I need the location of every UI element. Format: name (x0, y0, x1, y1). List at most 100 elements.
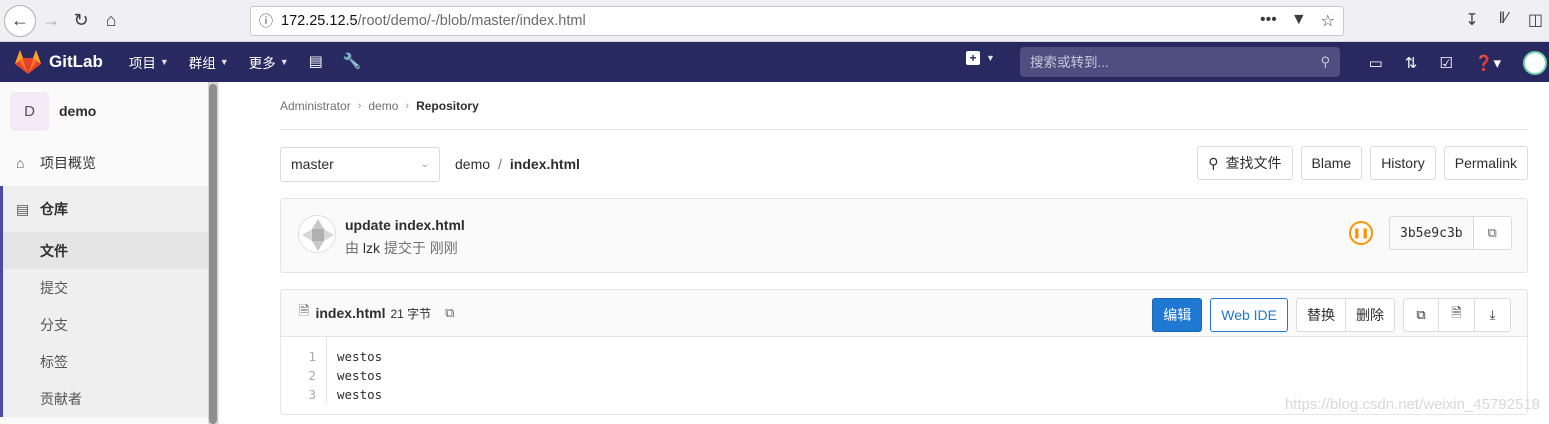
bookmark-star-icon[interactable]: ☆ (1321, 11, 1335, 31)
copy-icon[interactable]: ⧉ (1473, 216, 1512, 250)
commit-sha[interactable]: 3b5e9c3b (1389, 216, 1474, 250)
pocket-icon[interactable]: ▼ (1291, 11, 1307, 31)
back-arrow-icon[interactable]: ← (4, 4, 36, 37)
line-number[interactable]: 3 (281, 385, 316, 404)
code-line: westos (337, 368, 383, 383)
new-dropdown[interactable]: + ▼ (966, 51, 995, 65)
url-text: 172.25.12.5/root/demo/-/blob/master/inde… (281, 13, 586, 29)
sidebar-item-repository[interactable]: ▤ 仓库 (3, 186, 218, 232)
url-host: 172.25.12.5 (281, 13, 358, 29)
breadcrumb-link[interactable]: Administrator (280, 99, 351, 113)
merge-requests-icon[interactable]: ⇅ (1405, 54, 1418, 72)
file-path: demo / index.html (455, 156, 580, 172)
sidebar-subitem-label: 标签 (40, 353, 68, 370)
home-icon[interactable]: ⌂ (96, 6, 126, 36)
reload-icon[interactable]: ↻ (66, 6, 96, 36)
gitlab-logo-icon[interactable] (14, 49, 42, 75)
breadcrumb-link[interactable]: demo (368, 99, 398, 113)
scrollbar-thumb[interactable] (209, 84, 217, 424)
watermark: https://blog.csdn.net/weixin_45792518 (1284, 396, 1540, 413)
project-name: demo (59, 103, 97, 119)
file-modify-group: 替换 删除 (1296, 298, 1395, 332)
commit-meta: 由 lzk 提交于 刚刚 (345, 238, 458, 258)
search-icon: ⚲ (1208, 154, 1219, 171)
project-sidebar: D demo ⌂ 项目概览 ▤ 仓库 文件 提交 分支 标签 贡献者 (0, 82, 219, 424)
search-box[interactable]: ⚲ (1020, 47, 1340, 77)
downloads-icon[interactable]: ↧ (1465, 10, 1478, 30)
activity-chart-icon[interactable]: ▤ (299, 52, 333, 72)
file-view-group: ⧉ 🗎 ⤓ (1403, 298, 1511, 332)
path-separator: / (498, 156, 502, 172)
document-icon: ▤ (16, 200, 30, 217)
sidebar-subitem-label: 文件 (40, 242, 68, 259)
menu-groups-label: 群组 (188, 56, 216, 71)
project-header[interactable]: D demo (0, 82, 218, 140)
search-input[interactable] (1030, 54, 1321, 70)
menu-groups[interactable]: 群组 ▼ (179, 52, 239, 72)
home-icon: ⌂ (16, 155, 25, 171)
library-icon[interactable]: ‖⁄ (1499, 10, 1508, 30)
path-root-link[interactable]: demo (455, 156, 490, 172)
commit-author-avatar[interactable] (298, 215, 336, 253)
sidebar-scrollbar[interactable] (208, 82, 218, 424)
raw-file-icon[interactable]: 🗎 (1439, 298, 1475, 332)
gitlab-brand[interactable]: GitLab (49, 52, 103, 72)
site-info-icon[interactable]: ⓘ (251, 11, 281, 31)
sidebar-subitem-label: 贡献者 (40, 390, 82, 407)
find-file-label: 查找文件 (1225, 155, 1282, 171)
blame-button[interactable]: Blame (1300, 146, 1363, 180)
commit-by-prefix: 由 (345, 240, 359, 256)
sidebar-subitem-branches[interactable]: 分支 (3, 306, 218, 343)
sidebar-subitem-files[interactable]: 文件 (3, 232, 218, 269)
commit-title[interactable]: update index.html (345, 217, 465, 233)
breadcrumb: Administrator › demo › Repository (280, 82, 1528, 130)
delete-button[interactable]: 删除 (1346, 298, 1395, 332)
sidebar-subitem-label: 分支 (40, 316, 68, 333)
permalink-button[interactable]: Permalink (1443, 146, 1528, 180)
path-file[interactable]: index.html (510, 156, 580, 172)
file-size: 21 字节 (390, 306, 432, 321)
sidebar-subitem-contributors[interactable]: 贡献者 (3, 380, 218, 417)
url-bar[interactable]: ⓘ 172.25.12.5/root/demo/-/blob/master/in… (250, 6, 1344, 36)
todos-icon[interactable]: ☑ (1439, 54, 1452, 72)
branch-name: master (291, 156, 334, 172)
line-numbers: 1 2 3 (281, 337, 327, 404)
project-avatar: D (10, 91, 49, 131)
find-file-button[interactable]: ⚲ 查找文件 (1197, 146, 1293, 180)
sidebar-subitem-label: 提交 (40, 279, 68, 296)
chevron-right-icon: › (357, 99, 362, 112)
code-viewer: 1 2 3 westos westos westos (281, 337, 1527, 404)
sidebar-subitem-commits[interactable]: 提交 (3, 269, 218, 306)
chevron-down-icon: ⌄ (420, 158, 429, 170)
branch-select[interactable]: master ⌄ (280, 146, 440, 182)
replace-button[interactable]: 替换 (1296, 298, 1346, 332)
commit-sha-group: 3b5e9c3b ⧉ (1389, 216, 1512, 250)
breadcrumb-current[interactable]: Repository (416, 99, 479, 113)
download-icon[interactable]: ⤓ (1475, 298, 1511, 332)
menu-more-label: 更多 (248, 56, 276, 71)
web-ide-button[interactable]: Web IDE (1210, 298, 1288, 332)
issues-icon[interactable]: ▭ (1369, 54, 1383, 72)
pipeline-paused-icon[interactable]: ❚❚ (1349, 221, 1373, 245)
page-actions-icon[interactable]: ••• (1260, 11, 1277, 31)
file-name: index.html (315, 305, 386, 321)
forward-arrow-icon[interactable]: → (36, 6, 66, 36)
admin-wrench-icon[interactable]: 🔧 (333, 52, 372, 72)
sidebar-toggle-icon[interactable]: ◫ (1528, 10, 1543, 30)
sidebar-item-overview[interactable]: ⌂ 项目概览 (0, 140, 218, 186)
file-nav-bar: master ⌄ demo / index.html ⚲ 查找文件 Blame … (280, 146, 1528, 182)
line-number[interactable]: 1 (281, 347, 316, 366)
sidebar-subitem-tags[interactable]: 标签 (3, 343, 218, 380)
edit-button[interactable]: 编辑 (1152, 298, 1203, 332)
browser-toolbar: ← → ↻ ⌂ ⓘ 172.25.12.5/root/demo/-/blob/m… (0, 0, 1549, 42)
copy-source-icon[interactable]: ⧉ (1403, 298, 1439, 332)
user-avatar[interactable] (1523, 51, 1547, 75)
menu-more[interactable]: 更多 ▼ (239, 52, 299, 72)
history-button[interactable]: History (1370, 146, 1436, 180)
line-number[interactable]: 2 (281, 366, 316, 385)
commit-author[interactable]: lzk (363, 240, 380, 256)
commit-by-suffix: 提交于 刚刚 (383, 240, 458, 256)
help-icon[interactable]: ❓▾ (1475, 54, 1501, 72)
menu-projects[interactable]: 项目 ▼ (119, 52, 179, 72)
copy-path-icon[interactable]: ⧉ (445, 305, 454, 321)
